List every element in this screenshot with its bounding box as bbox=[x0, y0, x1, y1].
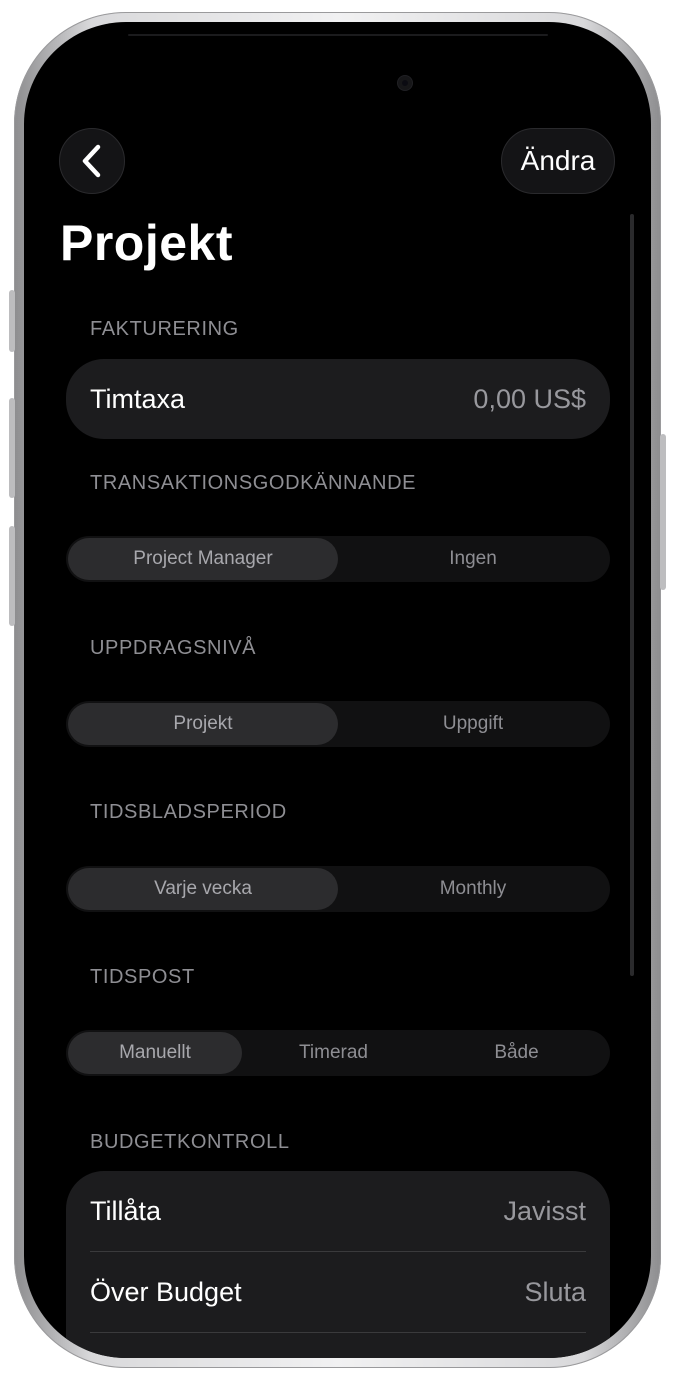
allow-label: Tillåta bbox=[90, 1195, 162, 1226]
segment-monthly[interactable]: Monthly bbox=[338, 868, 608, 910]
segment-task[interactable]: Uppgift bbox=[338, 703, 608, 745]
scroll-indicator[interactable] bbox=[630, 214, 634, 976]
hourly-rate-row[interactable]: Timtaxa 0,00 US$ bbox=[66, 359, 610, 439]
assignment-level-section-label: UPPDRAGSNIVÅ bbox=[90, 637, 257, 659]
chevron-left-icon bbox=[82, 144, 101, 178]
power-button bbox=[660, 434, 666, 590]
segment-project[interactable]: Projekt bbox=[68, 703, 338, 745]
over-budget-value: Sluta bbox=[524, 1276, 586, 1307]
billing-section-label: FAKTURERING bbox=[90, 318, 239, 340]
segment-manual[interactable]: Manuellt bbox=[68, 1032, 242, 1074]
over-budget-label: Över Budget bbox=[90, 1276, 242, 1307]
budget-control-card: Tillåta Javisst Över Budget Sluta bbox=[66, 1171, 610, 1358]
hourly-rate-value: 0,00 US$ bbox=[473, 383, 586, 414]
time-entry-segmented-control: Manuellt Timerad Både bbox=[66, 1030, 610, 1076]
segment-project-manager[interactable]: Project Manager bbox=[68, 538, 338, 580]
allow-value: Javisst bbox=[503, 1195, 586, 1226]
sensor-line bbox=[128, 34, 548, 36]
screen: Ändra Projekt FAKTURERING Timtaxa 0,00 U… bbox=[24, 22, 651, 1358]
page-title: Projekt bbox=[60, 215, 234, 271]
camera-icon bbox=[398, 76, 412, 90]
volume-up-button bbox=[9, 398, 15, 498]
volume-down-button bbox=[9, 526, 15, 626]
back-button[interactable] bbox=[59, 128, 125, 194]
timesheet-period-section-label: TIDSBLADSPERIOD bbox=[90, 801, 287, 823]
row-separator bbox=[90, 1332, 586, 1333]
time-entry-section-label: TIDSPOST bbox=[90, 966, 195, 988]
hourly-rate-label: Timtaxa bbox=[90, 383, 186, 414]
transaction-approval-segmented-control: Project Manager Ingen bbox=[66, 536, 610, 582]
segment-both[interactable]: Både bbox=[425, 1032, 608, 1074]
budget-control-section-label: BUDGETKONTROLL bbox=[90, 1131, 290, 1153]
edit-button[interactable]: Ändra bbox=[501, 128, 615, 194]
over-budget-row[interactable]: Över Budget Sluta bbox=[66, 1252, 610, 1332]
timesheet-period-segmented-control: Varje vecka Monthly bbox=[66, 866, 610, 912]
billing-card: Timtaxa 0,00 US$ bbox=[66, 359, 610, 439]
segment-timed[interactable]: Timerad bbox=[242, 1032, 425, 1074]
action-button bbox=[9, 290, 15, 352]
assignment-level-segmented-control: Projekt Uppgift bbox=[66, 701, 610, 747]
segment-none[interactable]: Ingen bbox=[338, 538, 608, 580]
allow-row[interactable]: Tillåta Javisst bbox=[66, 1171, 610, 1251]
transaction-approval-section-label: TRANSAKTIONSGODKÄNNANDE bbox=[90, 472, 417, 494]
segment-weekly[interactable]: Varje vecka bbox=[68, 868, 338, 910]
